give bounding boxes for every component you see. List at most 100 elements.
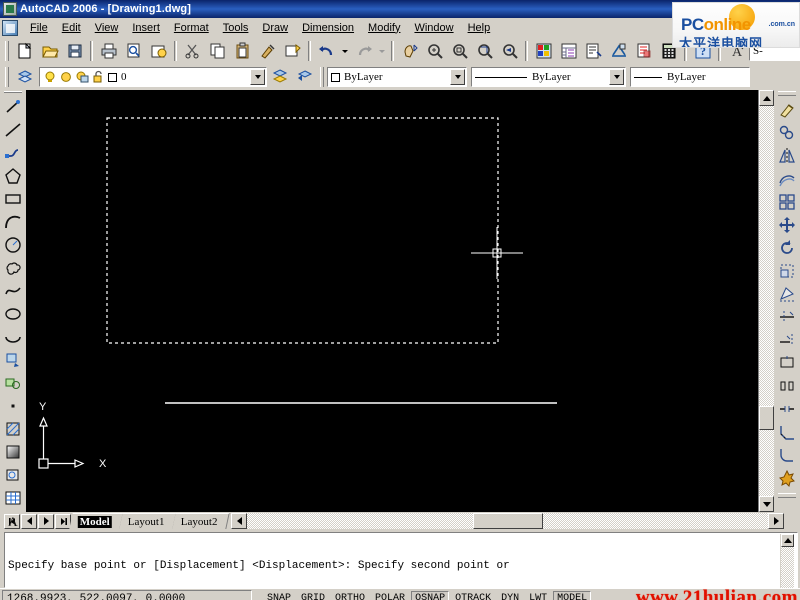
- new-icon[interactable]: [13, 40, 36, 62]
- spline-icon[interactable]: [1, 279, 25, 302]
- layer-properties-icon[interactable]: [13, 66, 36, 88]
- tool-palettes-icon[interactable]: [582, 40, 605, 62]
- pan-realtime-icon[interactable]: [398, 40, 421, 62]
- vscroll-track-upper[interactable]: [759, 106, 774, 406]
- otrack-toggle[interactable]: OTRACK: [451, 591, 495, 600]
- drawing-content[interactable]: X Y: [26, 90, 740, 512]
- lightbulb-on-icon[interactable]: [43, 70, 57, 84]
- rotate-icon[interactable]: [775, 236, 799, 259]
- break-at-point-icon[interactable]: [775, 351, 799, 374]
- lock-open-icon[interactable]: [91, 70, 105, 84]
- region-icon[interactable]: [1, 463, 25, 486]
- redo-icon[interactable]: [352, 40, 375, 62]
- lineweight-combo[interactable]: ByLayer: [630, 67, 750, 87]
- gradient-icon[interactable]: [1, 440, 25, 463]
- toolbar-grip[interactable]: [320, 67, 324, 87]
- tab-layout1[interactable]: Layout1: [119, 513, 177, 529]
- drawing-canvas[interactable]: X Y: [26, 90, 758, 512]
- insert-block-icon[interactable]: [1, 348, 25, 371]
- menu-item-modify[interactable]: Modify: [361, 20, 407, 36]
- freeze-viewport-icon[interactable]: [75, 70, 89, 84]
- move-icon[interactable]: [775, 213, 799, 236]
- ellipse-arc-icon[interactable]: [1, 325, 25, 348]
- plot-icon[interactable]: [97, 40, 120, 62]
- last-tab-icon[interactable]: [55, 513, 71, 529]
- drawing-window-icon[interactable]: [2, 19, 18, 36]
- markup-icon[interactable]: [632, 40, 655, 62]
- toolbar-grip[interactable]: [5, 41, 9, 61]
- coordinate-display[interactable]: 1268.9923, 522.0097, 0.0000: [2, 590, 252, 600]
- properties-icon[interactable]: [532, 40, 555, 62]
- trim-icon[interactable]: [775, 305, 799, 328]
- point-icon[interactable]: [1, 394, 25, 417]
- menu-item-window[interactable]: Window: [407, 20, 460, 36]
- menu-item-help[interactable]: Help: [461, 20, 498, 36]
- menu-item-format[interactable]: Format: [167, 20, 216, 36]
- offset-icon[interactable]: [775, 167, 799, 190]
- color-combo[interactable]: ByLayer: [327, 67, 467, 87]
- vscroll-track-lower[interactable]: [759, 430, 774, 496]
- osnap-toggle[interactable]: OSNAP: [411, 590, 450, 600]
- menu-item-draw[interactable]: Draw: [255, 20, 295, 36]
- next-tab-icon[interactable]: [38, 513, 54, 529]
- menu-item-dimension[interactable]: Dimension: [295, 20, 361, 36]
- menu-item-insert[interactable]: Insert: [125, 20, 167, 36]
- revision-cloud-icon[interactable]: [1, 256, 25, 279]
- publish-icon[interactable]: [147, 40, 170, 62]
- model-toggle[interactable]: MODEL: [553, 590, 592, 600]
- horizontal-scrollbar[interactable]: [231, 513, 800, 529]
- undo-dropdown-icon[interactable]: [340, 40, 350, 62]
- stretch-icon[interactable]: [775, 282, 799, 305]
- construction-line-icon[interactable]: [1, 118, 25, 141]
- multiline-text-icon[interactable]: A: [1, 509, 25, 532]
- layer-combo-arrow[interactable]: [250, 69, 265, 85]
- hscroll-thumb[interactable]: [472, 513, 543, 529]
- join-icon[interactable]: [775, 397, 799, 420]
- grid-toggle[interactable]: GRID: [297, 591, 329, 600]
- command-window[interactable]: Specify base point or [Displacement] <Di…: [0, 530, 800, 600]
- polygon-icon[interactable]: [1, 164, 25, 187]
- rectangle-icon[interactable]: [1, 187, 25, 210]
- make-layer-current-icon[interactable]: [268, 66, 291, 88]
- hscroll-right-button[interactable]: [768, 513, 785, 529]
- layer-color-swatch[interactable]: [108, 72, 117, 82]
- line-icon[interactable]: [1, 95, 25, 118]
- polar-toggle[interactable]: POLAR: [371, 591, 409, 600]
- undo-icon[interactable]: [315, 40, 338, 62]
- hscroll-track-right[interactable]: [542, 513, 769, 529]
- scroll-up-button[interactable]: [759, 90, 774, 106]
- menu-item-tools[interactable]: Tools: [216, 20, 256, 36]
- open-icon[interactable]: [38, 40, 61, 62]
- lwt-toggle[interactable]: LWT: [525, 591, 551, 600]
- fillet-icon[interactable]: [775, 443, 799, 466]
- arc-icon[interactable]: [1, 210, 25, 233]
- toolbar-grip[interactable]: [778, 493, 796, 498]
- toolbar-grip[interactable]: [778, 91, 796, 96]
- hscroll-track-left[interactable]: [247, 513, 473, 529]
- hatch-icon[interactable]: [1, 417, 25, 440]
- zoom-scale-icon[interactable]: [448, 40, 471, 62]
- copy-icon[interactable]: [206, 40, 229, 62]
- toolbar-grip[interactable]: [5, 67, 9, 87]
- snap-toggle[interactable]: SNAP: [263, 591, 295, 600]
- plot-preview-icon[interactable]: [122, 40, 145, 62]
- chamfer-icon[interactable]: [775, 420, 799, 443]
- redo-dropdown-icon[interactable]: [377, 40, 387, 62]
- designcenter-icon[interactable]: [557, 40, 580, 62]
- circle-icon[interactable]: [1, 233, 25, 256]
- vscroll-thumb[interactable]: [759, 406, 774, 430]
- freeze-sun-icon[interactable]: [59, 70, 73, 84]
- toolbar-grip[interactable]: [4, 91, 22, 93]
- polyline-icon[interactable]: [1, 141, 25, 164]
- paste-icon[interactable]: [231, 40, 254, 62]
- menu-item-view[interactable]: View: [88, 20, 126, 36]
- tab-model[interactable]: Model: [69, 513, 124, 529]
- zoom-window-icon[interactable]: [473, 40, 496, 62]
- scale-icon[interactable]: [775, 259, 799, 282]
- layer-previous-icon[interactable]: [293, 66, 316, 88]
- ellipse-icon[interactable]: [1, 302, 25, 325]
- table-icon[interactable]: [1, 486, 25, 509]
- mirror-icon[interactable]: [775, 144, 799, 167]
- sheet-set-icon[interactable]: [607, 40, 630, 62]
- explode-icon[interactable]: [775, 466, 799, 489]
